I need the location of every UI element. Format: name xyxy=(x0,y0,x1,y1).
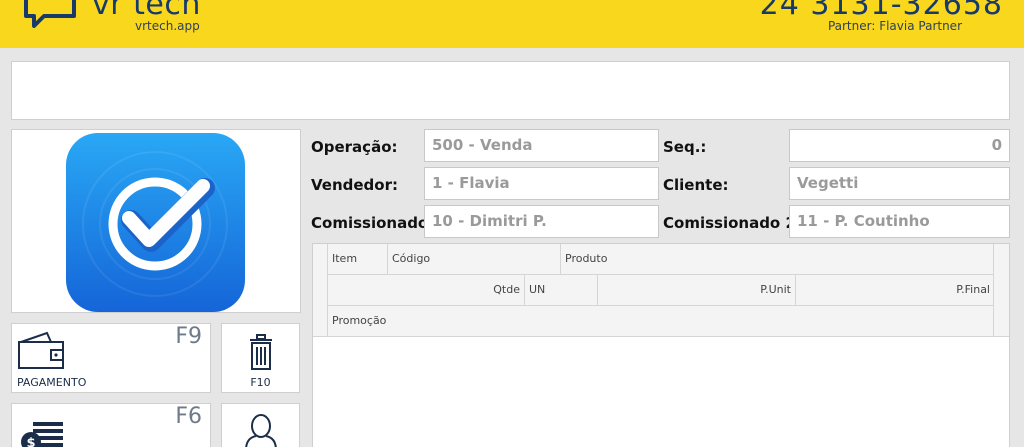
col-item[interactable]: Item xyxy=(328,244,388,274)
col-codigo[interactable]: Código xyxy=(388,244,561,274)
col-produto[interactable]: Produto xyxy=(561,244,994,274)
cliente-label: Cliente: xyxy=(663,176,729,194)
chat-bubble-icon xyxy=(24,0,76,28)
seq-label: Seq.: xyxy=(663,138,707,156)
cliente-field[interactable]: Vegetti xyxy=(789,167,1010,200)
cliente-button[interactable] xyxy=(221,403,300,447)
grid-header: Item Código Produto Qtde UN P.Unit P.Fin… xyxy=(313,244,1009,337)
trash-icon xyxy=(250,334,272,370)
grid-header-row-1: Item Código Produto xyxy=(328,244,994,275)
comissionado2-label: Comissionado 2: xyxy=(663,214,802,232)
pagamento-button[interactable]: F9 PAGAMENTO xyxy=(11,323,211,393)
col-un[interactable]: UN xyxy=(525,275,598,305)
cancelar-item-button[interactable]: F10 xyxy=(221,323,300,393)
grid-header-row-3: Promoção xyxy=(328,306,994,337)
svg-text:$: $ xyxy=(26,436,35,447)
comissionado-field[interactable]: 10 - Dimitri P. xyxy=(424,205,659,238)
phone-number: 24 3131-32658 xyxy=(759,0,1003,22)
vendedor-field[interactable]: 1 - Flavia xyxy=(424,167,659,200)
brand-name: vr tech xyxy=(92,0,201,22)
receber-key: F6 xyxy=(175,404,202,429)
check-badge-icon xyxy=(66,133,245,312)
grid-scroll-gutter xyxy=(993,244,1009,337)
person-icon xyxy=(245,414,277,447)
grid-header-row-2: Qtde UN P.Unit P.Final xyxy=(328,275,994,306)
receber-button[interactable]: F6 $ xyxy=(11,403,211,447)
vendedor-label: Vendedor: xyxy=(311,176,398,194)
operacao-field[interactable]: 500 - Venda xyxy=(424,129,659,162)
grid-row-indicator xyxy=(313,244,328,337)
cancelar-item-label: F10 xyxy=(250,376,271,389)
comissionado-label: Comissionado: xyxy=(311,214,435,232)
product-image-panel xyxy=(11,129,301,313)
col-punit[interactable]: P.Unit xyxy=(598,275,796,305)
items-grid[interactable]: Item Código Produto Qtde UN P.Unit P.Fin… xyxy=(312,243,1010,447)
message-display xyxy=(11,61,1010,120)
pagamento-key: F9 xyxy=(175,324,202,349)
col-qtde[interactable]: Qtde xyxy=(328,275,525,305)
pagamento-label: PAGAMENTO xyxy=(17,376,87,389)
comissionado2-field[interactable]: 11 - P. Coutinho xyxy=(789,205,1010,238)
header-bar: vr tech vrtech.app 24 3131-32658 Partner… xyxy=(0,0,1024,48)
brand-site: vrtech.app xyxy=(135,19,200,33)
wallet-icon xyxy=(18,331,64,369)
seq-field[interactable]: 0 xyxy=(789,129,1010,162)
col-pfinal[interactable]: P.Final xyxy=(796,275,994,305)
operacao-label: Operação: xyxy=(311,138,398,156)
money-stack-icon: $ xyxy=(21,422,63,447)
partner-label: Partner: Flavia Partner xyxy=(827,19,962,33)
col-promocao[interactable]: Promoção xyxy=(328,306,994,336)
